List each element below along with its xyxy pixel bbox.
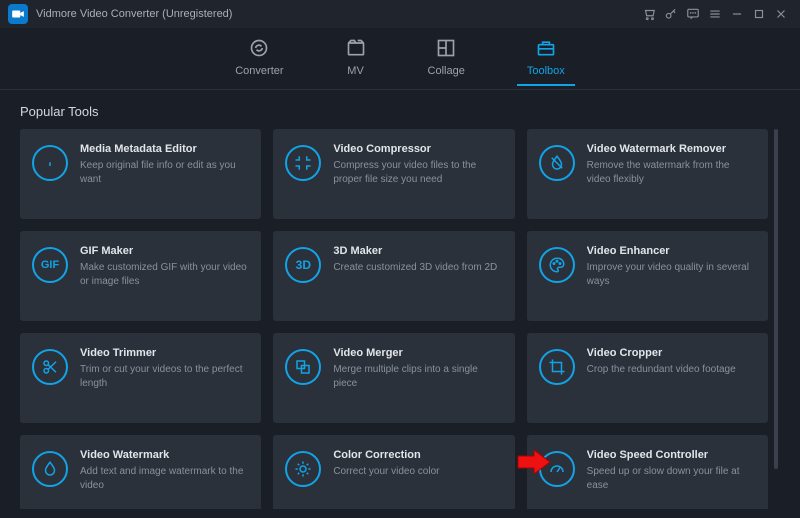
card-title: Video Compressor (333, 143, 500, 155)
tool-video-compressor[interactable]: Video Compressor Compress your video fil… (273, 129, 514, 219)
card-desc: Add text and image watermark to the vide… (80, 465, 247, 492)
collage-icon (436, 38, 456, 61)
tab-collage[interactable]: Collage (424, 32, 469, 85)
content-area: Popular Tools Media Metadata Editor Keep… (0, 90, 800, 518)
card-desc: Crop the redundant video footage (587, 363, 754, 377)
navbar: Converter MV Collage Toolbox (0, 28, 800, 90)
converter-icon (249, 38, 269, 61)
tab-toolbox[interactable]: Toolbox (523, 32, 569, 85)
card-desc: Keep original file info or edit as you w… (80, 159, 247, 186)
card-title: Video Watermark Remover (587, 143, 754, 155)
card-desc: Improve your video quality in several wa… (587, 261, 754, 288)
tool-color-correction[interactable]: Color Correction Correct your video colo… (273, 435, 514, 509)
card-title: Video Watermark (80, 449, 247, 461)
card-desc: Make customized GIF with your video or i… (80, 261, 247, 288)
mv-icon (346, 38, 366, 61)
tool-video-trimmer[interactable]: Video Trimmer Trim or cut your videos to… (20, 333, 261, 423)
tab-label: Toolbox (527, 65, 565, 77)
tool-gif-maker[interactable]: GIF GIF Maker Make customized GIF with y… (20, 231, 261, 321)
tab-label: MV (347, 65, 364, 77)
card-desc: Speed up or slow down your file at ease (587, 465, 754, 492)
card-title: Video Trimmer (80, 347, 247, 359)
card-desc: Compress your video files to the proper … (333, 159, 500, 186)
info-icon (32, 145, 68, 181)
three-d-icon: 3D (285, 247, 321, 283)
tool-video-enhancer[interactable]: Video Enhancer Improve your video qualit… (527, 231, 768, 321)
card-desc: Trim or cut your videos to the perfect l… (80, 363, 247, 390)
window-title: Vidmore Video Converter (Unregistered) (36, 8, 232, 20)
feedback-icon[interactable] (682, 3, 704, 25)
maximize-button[interactable] (748, 3, 770, 25)
card-desc: Create customized 3D video from 2D (333, 261, 500, 275)
card-title: Video Speed Controller (587, 449, 754, 461)
card-desc: Merge multiple clips into a single piece (333, 363, 500, 390)
gauge-icon (539, 451, 575, 487)
tool-video-merger[interactable]: Video Merger Merge multiple clips into a… (273, 333, 514, 423)
card-title: Media Metadata Editor (80, 143, 247, 155)
tab-label: Collage (428, 65, 465, 77)
scrollbar[interactable] (774, 129, 778, 469)
tab-converter[interactable]: Converter (231, 32, 287, 85)
tool-video-watermark[interactable]: Video Watermark Add text and image water… (20, 435, 261, 509)
tool-video-watermark-remover[interactable]: Video Watermark Remover Remove the water… (527, 129, 768, 219)
tool-video-cropper[interactable]: Video Cropper Crop the redundant video f… (527, 333, 768, 423)
tool-3d-maker[interactable]: 3D 3D Maker Create customized 3D video f… (273, 231, 514, 321)
merge-icon (285, 349, 321, 385)
sun-icon (285, 451, 321, 487)
card-title: Video Enhancer (587, 245, 754, 257)
droplet-icon (32, 451, 68, 487)
tab-label: Converter (235, 65, 283, 77)
compress-icon (285, 145, 321, 181)
cart-icon[interactable] (638, 3, 660, 25)
titlebar: Vidmore Video Converter (Unregistered) (0, 0, 800, 28)
tool-video-speed-controller[interactable]: Video Speed Controller Speed up or slow … (527, 435, 768, 509)
card-title: GIF Maker (80, 245, 247, 257)
tools-grid: Media Metadata Editor Keep original file… (20, 129, 768, 509)
scissors-icon (32, 349, 68, 385)
card-desc: Remove the watermark from the video flex… (587, 159, 754, 186)
close-button[interactable] (770, 3, 792, 25)
card-title: Video Merger (333, 347, 500, 359)
app-logo (8, 4, 28, 24)
menu-icon[interactable] (704, 3, 726, 25)
tab-mv[interactable]: MV (342, 32, 370, 85)
crop-icon (539, 349, 575, 385)
toolbox-icon (536, 38, 556, 61)
droplet-remove-icon (539, 145, 575, 181)
card-desc: Correct your video color (333, 465, 500, 479)
card-title: 3D Maker (333, 245, 500, 257)
tool-media-metadata-editor[interactable]: Media Metadata Editor Keep original file… (20, 129, 261, 219)
minimize-button[interactable] (726, 3, 748, 25)
key-icon[interactable] (660, 3, 682, 25)
card-title: Color Correction (333, 449, 500, 461)
gif-icon: GIF (32, 247, 68, 283)
tools-scroll: Media Metadata Editor Keep original file… (20, 129, 780, 509)
palette-icon (539, 247, 575, 283)
section-title: Popular Tools (20, 104, 780, 119)
card-title: Video Cropper (587, 347, 754, 359)
